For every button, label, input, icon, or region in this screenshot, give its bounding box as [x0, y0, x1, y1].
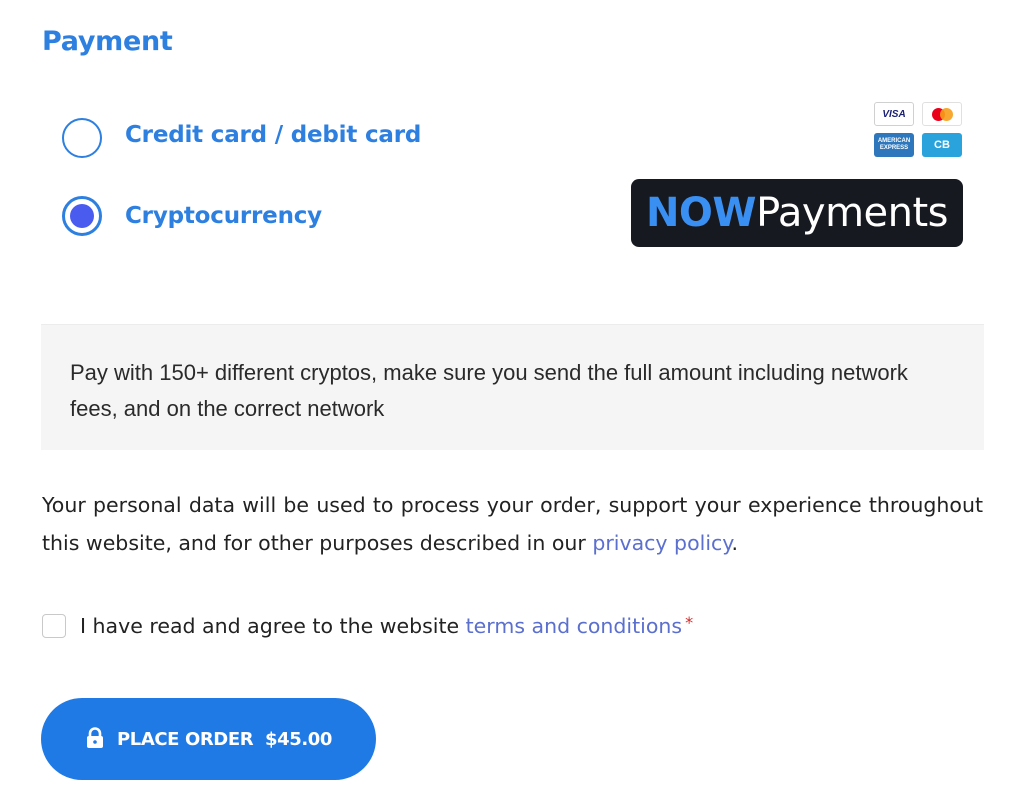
cb-card-icon: CB — [922, 133, 962, 157]
privacy-policy-link[interactable]: privacy policy — [592, 531, 731, 555]
lock-icon — [86, 727, 103, 748]
crypto-label[interactable]: Cryptocurrency — [125, 203, 322, 229]
visa-card-icon: VISA — [874, 102, 914, 126]
mastercard-icon — [922, 102, 962, 126]
privacy-notice: Your personal data will be used to proce… — [42, 486, 983, 562]
terms-row: I have read and agree to the website ter… — [42, 612, 694, 638]
payment-option-credit-card[interactable]: Credit card / debit card — [62, 118, 421, 158]
credit-card-radio[interactable] — [62, 118, 102, 158]
terms-link[interactable]: terms and conditions — [466, 614, 682, 638]
place-order-amount: $45.00 — [264, 728, 333, 750]
amex-card-icon: AMERICAN EXPRESS — [874, 133, 914, 157]
credit-card-label[interactable]: Credit card / debit card — [125, 122, 421, 148]
place-order-button[interactable]: PLACE ORDER $45.00 — [41, 698, 376, 780]
nowpayments-logo-now: NOW — [645, 190, 757, 236]
terms-checkbox[interactable] — [42, 614, 66, 638]
crypto-description: Pay with 150+ different cryptos, make su… — [70, 360, 908, 421]
crypto-radio[interactable] — [62, 196, 102, 236]
terms-text: I have read and agree to the website — [80, 614, 466, 638]
privacy-text-end: . — [731, 531, 739, 555]
crypto-description-box: Pay with 150+ different cryptos, make su… — [41, 324, 984, 450]
nowpayments-logo-payments: Payments — [756, 190, 949, 236]
place-order-label: PLACE ORDER — [116, 728, 254, 750]
nowpayments-logo: NOW Payments — [631, 179, 963, 247]
payment-option-crypto[interactable]: Cryptocurrency — [62, 196, 322, 236]
accepted-cards: VISA AMERICAN EXPRESS CB — [872, 102, 964, 158]
privacy-text: Your personal data will be used to proce… — [42, 493, 983, 555]
payment-heading: Payment — [42, 26, 173, 57]
required-mark: * — [685, 612, 694, 632]
